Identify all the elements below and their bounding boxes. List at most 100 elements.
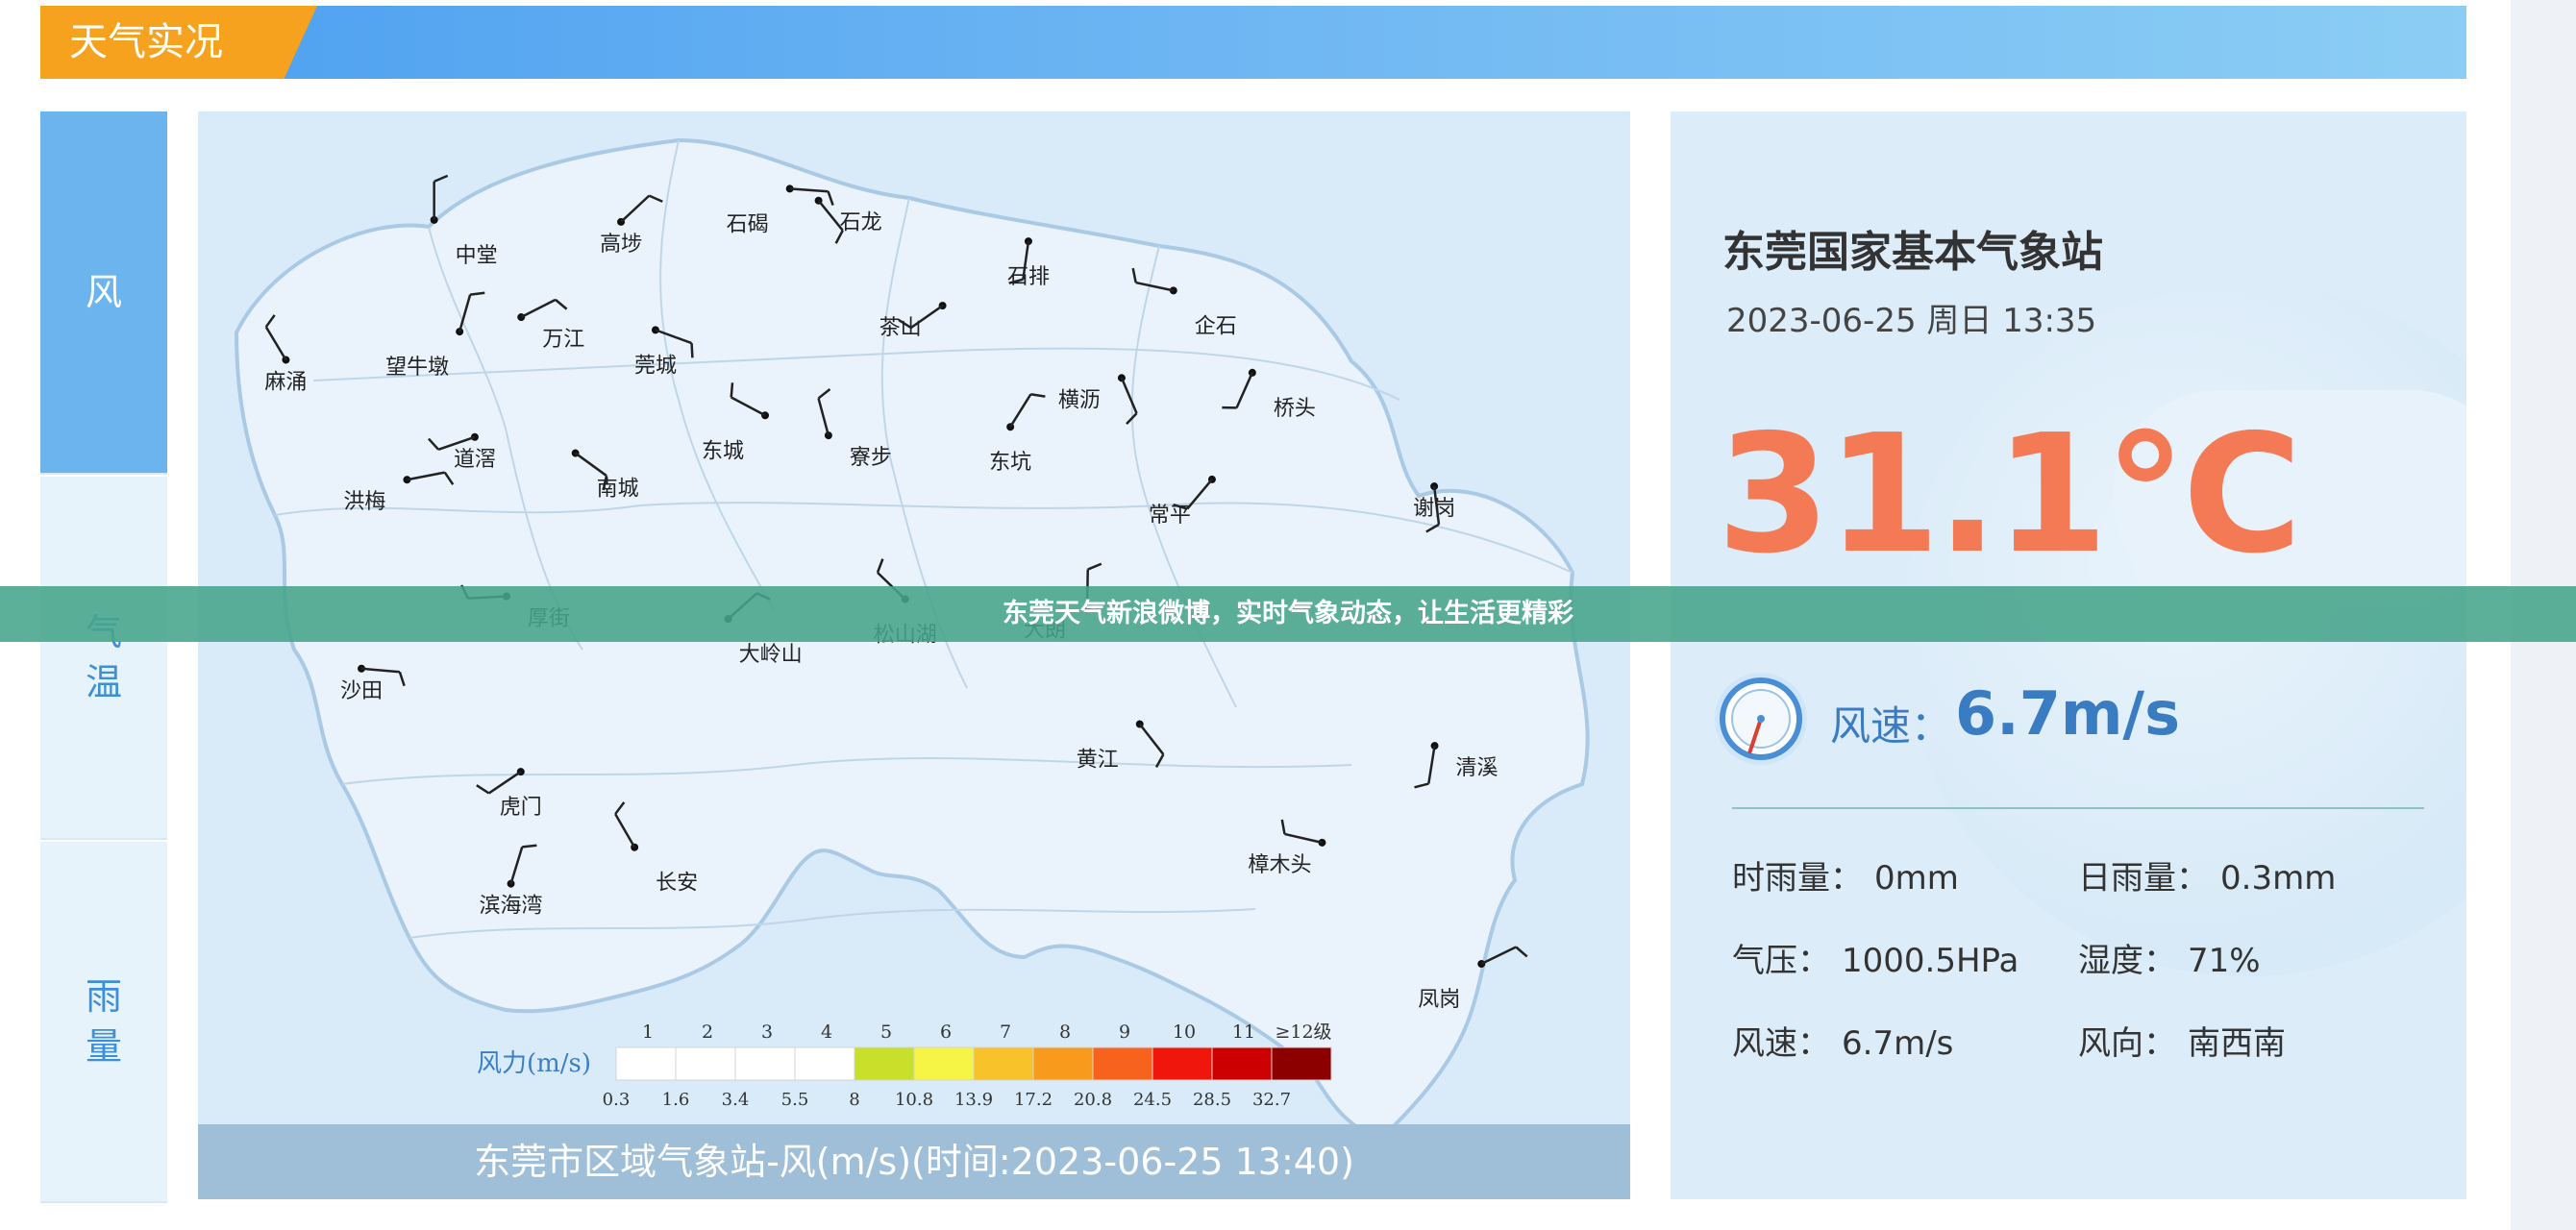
place-label: 石排 (1007, 265, 1050, 289)
place-label: 中堂 (456, 244, 498, 268)
wind-speed-label: 风速： (1830, 702, 1952, 750)
legend-level: 2 (702, 1021, 713, 1043)
tab-rainfall-label: 雨量 (85, 975, 122, 1068)
stat-hourly-rain: 时雨量： 0mm (1732, 851, 1959, 898)
place-label: 麻涌 (264, 370, 307, 394)
wind-map[interactable]: 中堂 高埗 石碣 石龙石排茶山 企石麻涌 望牛墩 万江莞城横沥 桥头道滘 东城 寮步 东坑洪梅 南城谢… (198, 111, 1630, 1199)
legend-level: 8 (1059, 1021, 1071, 1043)
stat-wind-direction: 风向： 南西南 (2078, 1017, 2286, 1064)
place-label: 樟木头 (1248, 853, 1311, 877)
wind-force-legend: 1 2 3 4 5 6 7 8 9 10 11 ≥12级 0.3 1.6 3.4 5.5 8 10.8 13.9 17… (603, 1021, 1332, 1110)
stat-value: 0.3mm (2220, 859, 2337, 898)
tab-temperature[interactable]: 气温 (40, 477, 167, 840)
place-label: 望牛墩 (385, 356, 449, 380)
legend-threshold: 10.8 (895, 1090, 933, 1110)
weather-page: 天气实况 风 气温 雨量 中堂 高埗 石碣 石龙石排茶山 企石麻涌 望牛墩 万江莞城横沥 桥头… (0, 0, 2576, 1230)
place-label: 横沥 (1058, 388, 1101, 412)
place-label: 企石 (1195, 314, 1237, 338)
place-label: 大岭山 (739, 643, 803, 667)
stat-key: 日雨量： (2078, 859, 2209, 898)
legend-level: 1 (642, 1021, 654, 1043)
station-panel: 东莞国家基本气象站 2023-06-25 周日 13:35 31.1℃ 风速： … (1671, 111, 2466, 1199)
stat-key: 风速： (1732, 1024, 1830, 1063)
legend-threshold: 13.9 (954, 1090, 993, 1110)
legend-level: 5 (880, 1021, 892, 1043)
place-label: 东城 (702, 439, 744, 463)
map-caption: 东莞市区域气象站-风(m/s)(时间:2023-06-25 13:40) (198, 1124, 1630, 1199)
stat-key: 时雨量： (1732, 859, 1863, 898)
stat-value: 71% (2188, 942, 2261, 980)
promo-banner[interactable]: 东莞天气新浪微博，实时气象动态，让生活更精彩 (0, 586, 2576, 642)
temperature-value: 31.1℃ (1717, 400, 2302, 590)
stat-wind-speed: 风速： 6.7m/s (1732, 1017, 1953, 1064)
place-label: 莞城 (634, 354, 677, 378)
legend-threshold: 17.2 (1014, 1090, 1053, 1110)
place-label: 虎门 (500, 796, 542, 820)
place-label: 长安 (656, 872, 698, 896)
legend-threshold: 20.8 (1074, 1090, 1112, 1110)
place-label: 高埗 (600, 233, 642, 257)
station-name: 东莞国家基本气象站 (1722, 228, 2103, 277)
tab-wind[interactable]: 风 (40, 111, 167, 475)
legend-level: 7 (1000, 1021, 1011, 1043)
place-label: 南城 (597, 478, 639, 502)
legend-swatch (854, 1046, 915, 1081)
stat-key: 气压： (1732, 942, 1830, 980)
place-label: 凤岗 (1418, 988, 1460, 1012)
legend-threshold: 0.3 (603, 1090, 631, 1110)
legend-threshold: 24.5 (1133, 1090, 1172, 1110)
legend-title: 风力(m/s) (477, 1049, 592, 1078)
place-label: 寮步 (850, 446, 892, 470)
legend-threshold: 1.6 (662, 1090, 690, 1110)
divider (1732, 807, 2424, 809)
legend-swatch (973, 1046, 1034, 1081)
legend-swatch (1032, 1046, 1094, 1081)
legend-swatch (794, 1046, 855, 1081)
legend-swatch (615, 1046, 677, 1081)
place-label: 东坑 (989, 451, 1031, 475)
place-label: 茶山 (879, 316, 922, 340)
legend-swatch (1211, 1046, 1273, 1081)
header-title: 天气实况 (40, 6, 317, 79)
legend-swatch (1271, 1046, 1332, 1081)
legend-threshold: 28.5 (1193, 1090, 1231, 1110)
station-time: 2023-06-25 周日 13:35 (1726, 302, 2097, 340)
wind-speed-value: 6.7m/s (1955, 678, 2180, 749)
header-bar (40, 6, 2466, 79)
place-label: 石龙 (840, 211, 882, 235)
place-label: 常平 (1149, 504, 1191, 528)
legend-threshold: 8 (849, 1090, 859, 1110)
legend-level: 9 (1119, 1021, 1130, 1043)
compass-icon (1715, 673, 1807, 765)
legend-level: 3 (761, 1021, 773, 1043)
tab-rainfall[interactable]: 雨量 (40, 842, 167, 1203)
place-label: 洪梅 (343, 490, 385, 514)
legend-level: ≥12级 (1275, 1021, 1331, 1043)
stat-key: 湿度： (2078, 942, 2176, 980)
place-label: 黄江 (1077, 749, 1119, 773)
legend-swatch (1152, 1046, 1213, 1081)
legend-level: 6 (940, 1021, 952, 1043)
stat-value: 南西南 (2188, 1024, 2286, 1063)
tab-wind-label: 风 (85, 271, 122, 313)
legend-level: 11 (1232, 1021, 1255, 1043)
place-label: 清溪 (1456, 756, 1499, 780)
place-label: 道滘 (454, 448, 496, 472)
legend-swatch (734, 1046, 796, 1081)
place-label: 桥头 (1274, 397, 1316, 421)
legend-threshold: 3.4 (722, 1090, 750, 1110)
legend-swatch (913, 1046, 975, 1081)
map-canvas: 中堂 高埗 石碣 石龙石排茶山 企石麻涌 望牛墩 万江莞城横沥 桥头道滘 东城 寮步 东坑洪梅 南城谢… (234, 137, 1590, 1143)
stat-value: 1000.5HPa (1842, 942, 2019, 980)
place-label: 石碣 (727, 212, 769, 236)
place-label: 谢岗 (1413, 497, 1455, 521)
legend-level: 10 (1173, 1021, 1196, 1043)
stat-humidity: 湿度： 71% (2078, 934, 2261, 981)
place-label: 万江 (542, 328, 584, 352)
place-label: 滨海湾 (480, 895, 543, 919)
stat-key: 风向： (2078, 1024, 2176, 1063)
stat-pressure: 气压： 1000.5HPa (1732, 934, 2019, 981)
stat-value: 6.7m/s (1842, 1024, 1954, 1063)
legend-swatch (1092, 1046, 1153, 1081)
legend-level: 4 (821, 1021, 832, 1043)
